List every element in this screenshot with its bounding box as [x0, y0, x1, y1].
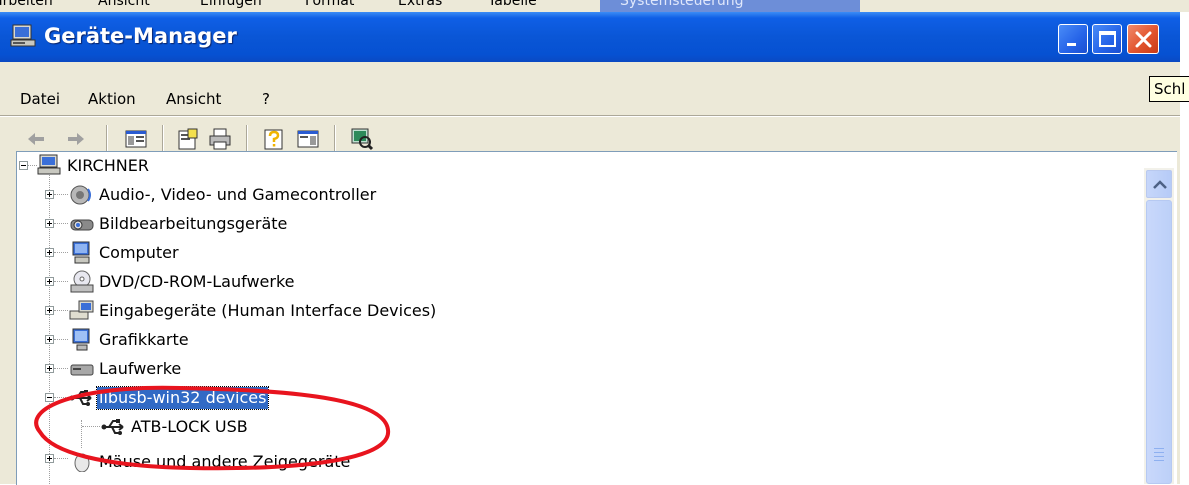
menu-datei[interactable]: Datei: [20, 90, 60, 108]
background-menu-item: Format: [305, 0, 355, 9]
tree-guide-line: [54, 223, 68, 225]
tree-guide-line: [54, 458, 68, 460]
toolbar-separator: [334, 125, 336, 153]
computer-icon: [71, 241, 93, 269]
computer-icon: [37, 154, 61, 180]
toolbar-separator: [162, 125, 164, 153]
maximize-button[interactable]: [1092, 24, 1122, 54]
speaker-icon: [69, 183, 93, 211]
scroll-grip: [1154, 452, 1164, 453]
background-app-menubar: arbeiten Ansicht Einfügen Format Extras …: [0, 0, 1189, 12]
menu-ansicht[interactable]: Ansicht: [166, 90, 221, 108]
scroll-grip: [1154, 448, 1164, 449]
disk-drive-icon: [69, 359, 95, 383]
minimize-icon: [1067, 43, 1076, 46]
background-menu-item: Tabelle: [488, 0, 537, 9]
close-button[interactable]: [1127, 24, 1159, 54]
maximize-icon: [1099, 31, 1116, 47]
background-menu-item: Ansicht: [98, 0, 150, 9]
print-icon[interactable]: [208, 127, 232, 151]
background-menu-item: arbeiten: [0, 0, 53, 9]
tree-guide-line: [54, 281, 68, 283]
title-bar[interactable]: Geräte-Manager: [0, 12, 1180, 62]
expand-toggle[interactable]: [45, 454, 54, 463]
background-task-label: Systemsteuerung: [620, 0, 744, 9]
background-taskbar-item: Systemsteuerung: [600, 0, 860, 12]
tree-item-label: Eingabegeräte (Human Interface Devices): [99, 301, 437, 320]
collapse-toggle[interactable]: [19, 161, 28, 170]
chevron-up-icon: [1153, 180, 1167, 189]
properties-icon[interactable]: [176, 127, 200, 151]
expand-toggle[interactable]: [45, 306, 54, 315]
usb-icon: [101, 415, 127, 443]
tree-item-label: Laufwerke: [99, 359, 182, 378]
tree-guide-line: [28, 165, 37, 167]
tree-guide-line: [54, 310, 68, 312]
hid-icon: [69, 299, 95, 327]
tree-item-label: libusb-win32 devices: [95, 386, 270, 410]
device-tree[interactable]: KIRCHNER Audio-, Video- und Gamecontroll…: [16, 151, 1177, 485]
tooltip: Schl: [1149, 76, 1189, 102]
tree-guide-line: [49, 170, 51, 485]
view-icon[interactable]: [296, 127, 320, 151]
tree-item-label: Bildbearbeitungsgeräte: [99, 214, 288, 233]
scroll-grip: [1154, 460, 1164, 461]
device-manager-icon: [10, 24, 36, 52]
help-icon[interactable]: [262, 127, 286, 151]
expand-toggle[interactable]: [45, 364, 54, 373]
camera-icon: [69, 212, 95, 240]
tree-item-label: DVD/CD-ROM-Laufwerke: [99, 272, 295, 291]
tree-root-label: KIRCHNER: [67, 156, 149, 175]
expand-toggle[interactable]: [45, 248, 54, 257]
menu-aktion[interactable]: Aktion: [88, 90, 136, 108]
collapse-toggle[interactable]: [45, 393, 54, 402]
minimize-button[interactable]: [1058, 24, 1088, 54]
usb-icon: [69, 386, 95, 414]
cd-drive-icon: [69, 270, 95, 298]
tree-guide-line: [82, 426, 100, 428]
expand-toggle[interactable]: [45, 219, 54, 228]
display-adapter-icon: [71, 328, 93, 356]
scroll-up-button[interactable]: [1146, 170, 1172, 198]
close-icon: [1135, 31, 1152, 48]
expand-toggle[interactable]: [45, 277, 54, 286]
tree-item-label: Mäuse und andere Zeigegeräte: [99, 452, 351, 471]
tree-item-label: Computer: [99, 243, 179, 262]
expand-toggle[interactable]: [45, 335, 54, 344]
mouse-icon: [71, 450, 93, 476]
back-arrow-icon[interactable]: [24, 127, 48, 151]
toolbar-separator: [106, 125, 108, 153]
tree-guide-line: [54, 252, 68, 254]
scroll-thumb[interactable]: [1146, 200, 1172, 484]
tree-guide-line: [81, 420, 83, 448]
menu-help[interactable]: ?: [262, 90, 270, 108]
tree-guide-line: [54, 339, 68, 341]
background-menu-item: Einfügen: [200, 0, 262, 9]
scan-hardware-icon[interactable]: [350, 127, 374, 151]
tree-item-label: ATB-LOCK USB: [131, 417, 248, 436]
background-menu-item: Extras: [398, 0, 443, 9]
toolbar-separator: [246, 125, 248, 153]
tree-guide-line: [54, 397, 68, 399]
forward-arrow-icon[interactable]: [64, 127, 88, 151]
window-title: Geräte-Manager: [44, 24, 237, 48]
tree-item-label: Audio-, Video- und Gamecontroller: [99, 185, 377, 204]
tree-guide-line: [54, 368, 68, 370]
console-tree-icon[interactable]: [124, 127, 148, 151]
menubar: Datei Aktion Ansicht ?: [0, 74, 1180, 114]
tree-guide-line: [54, 194, 68, 196]
tree-item-label: Grafikkarte: [99, 330, 189, 349]
scroll-grip: [1154, 456, 1164, 457]
expand-toggle[interactable]: [45, 190, 54, 199]
